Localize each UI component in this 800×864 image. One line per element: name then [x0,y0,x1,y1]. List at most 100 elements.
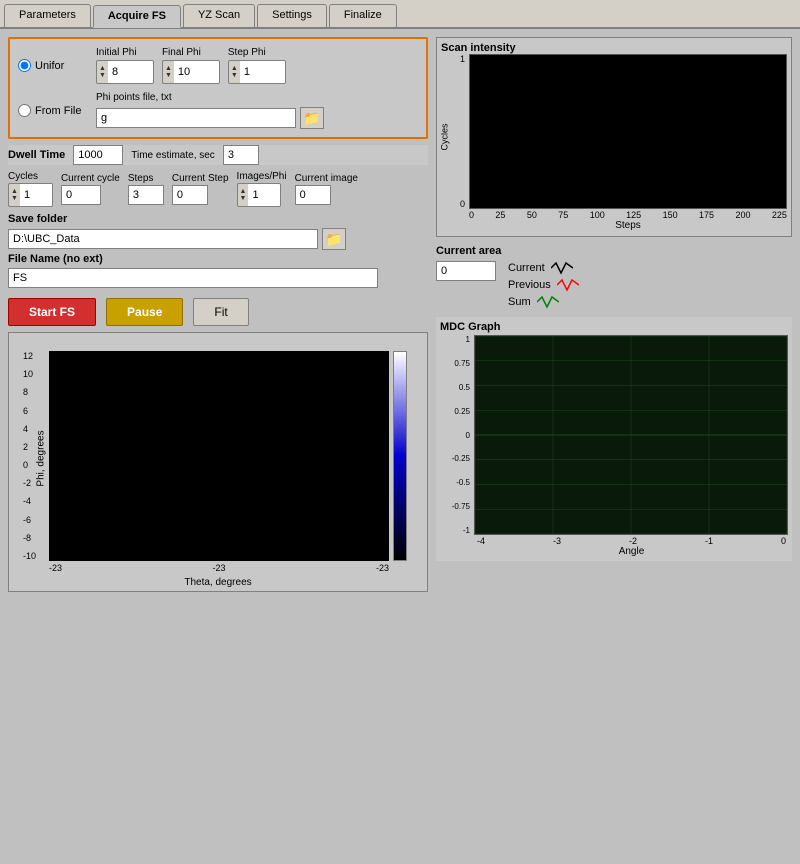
main-content: Unifor Initial Phi ▲▼ 8 Final Phi [0,29,800,861]
mdc-x-ticks: -4-3-2-10 [475,536,788,546]
mdc-graph-container: MDC Graph 10.750.50.250-0.25-0.5-0.75-1 [436,317,792,561]
save-folder-label: Save folder [8,213,428,225]
phi-box: Unifor Initial Phi ▲▼ 8 Final Phi [8,37,428,139]
right-panel: Scan intensity 10 Cycles 025507510012515… [436,37,792,853]
scan-x-label: Steps [469,220,787,231]
dwell-label: Dwell Time [8,149,65,161]
current-legend-icon [551,261,573,275]
final-phi-col: Final Phi ▲▼ 10 [162,47,220,84]
initial-phi-spin-buttons[interactable]: ▲▼ [97,64,108,80]
current-image-label: Current image [295,173,358,184]
dwell-row: Dwell Time 1000 Time estimate, sec 3 [8,145,428,165]
scan-y-label: Cycles [440,123,450,150]
current-step-group: Current Step 0 [172,173,229,205]
unifor-row: Unifor Initial Phi ▲▼ 8 Final Phi [18,47,418,84]
phi-file-input[interactable]: g [96,108,296,128]
images-phi-input[interactable]: 1 [248,184,280,206]
cycles-input[interactable]: 1 [20,184,52,206]
step-phi-spin-buttons[interactable]: ▲▼ [229,64,240,80]
start-fs-button[interactable]: Start FS [8,298,96,326]
step-phi-spinner[interactable]: ▲▼ 1 [228,60,286,84]
mdc-graph-title: MDC Graph [440,321,501,333]
unifor-radio[interactable] [18,59,31,72]
scan-intensity-chart [469,54,787,209]
legend-previous: Previous [508,278,579,292]
mdc-chart [474,335,788,535]
left-panel: Unifor Initial Phi ▲▼ 8 Final Phi [8,37,428,853]
tab-parameters[interactable]: Parameters [4,4,91,27]
tab-bar: Parameters Acquire FS YZ Scan Settings F… [0,0,800,29]
dwell-input[interactable]: 1000 [73,145,123,165]
bottom-chart-y-label: Phi, degrees [36,430,47,486]
file-row: Phi points file, txt g 📁 [96,92,324,129]
initial-phi-col: Initial Phi ▲▼ 8 [96,47,154,84]
current-step-input[interactable]: 0 [172,185,208,205]
bottom-chart-y-ticks: 121086420-2-4-6-8-10 [23,351,36,561]
final-phi-spin-buttons[interactable]: ▲▼ [163,64,174,80]
from-file-label: From File [35,105,81,117]
images-phi-label: Images/Phi [237,171,287,182]
pause-button[interactable]: Pause [106,298,183,326]
final-phi-input[interactable]: 10 [174,61,219,83]
mdc-y-ticks: 10.750.50.250-0.25-0.5-0.75-1 [440,335,472,535]
scan-intensity-container: Scan intensity 10 Cycles 025507510012515… [436,37,792,237]
cycles-group: Cycles ▲▼ 1 [8,171,53,207]
file-name-label: File Name (no ext) [8,253,428,265]
folder-row: D:\UBC_Data 📁 [8,228,428,250]
step-phi-input[interactable]: 1 [240,61,285,83]
time-estimate-label: Time estimate, sec [131,150,215,161]
initial-phi-input[interactable]: 8 [108,61,153,83]
tab-acquire-fs[interactable]: Acquire FS [93,5,181,28]
button-row: Start FS Pause Fit [8,298,428,326]
tab-finalize[interactable]: Finalize [329,4,397,27]
time-estimate-input[interactable]: 3 [223,145,259,165]
bottom-chart-canvas [49,351,389,561]
previous-legend-icon [557,278,579,292]
images-phi-spinner[interactable]: ▲▼ 1 [237,183,282,207]
mdc-graph-wrapper: 10.750.50.250-0.25-0.5-0.75-1 [440,335,788,535]
params-row: Cycles ▲▼ 1 Current cycle 0 Steps 3 Curr… [8,171,428,207]
cycles-label: Cycles [8,171,38,182]
legend-current: Current [508,261,579,275]
phi-file-browse-button[interactable]: 📁 [300,107,324,129]
steps-label: Steps [128,173,154,184]
fit-button[interactable]: Fit [193,298,248,326]
mdc-x-label: Angle [475,546,788,557]
previous-legend-label: Previous [508,279,551,291]
save-folder-input[interactable]: D:\UBC_Data [8,229,318,249]
colorscale-bar [393,351,407,561]
current-area-row: 0 Current Previous [436,261,792,309]
step-phi-col: Step Phi ▲▼ 1 [228,47,286,84]
final-phi-label: Final Phi [162,47,201,58]
bottom-chart-container: Phi, degrees 121086420-2-4-6-8-10 -0.5-0… [8,332,428,592]
current-cycle-input[interactable]: 0 [61,185,101,205]
current-image-input[interactable]: 0 [295,185,331,205]
cycles-spinner[interactable]: ▲▼ 1 [8,183,53,207]
initial-phi-spinner[interactable]: ▲▼ 8 [96,60,154,84]
current-area-input[interactable]: 0 [436,261,496,281]
images-phi-group: Images/Phi ▲▼ 1 [237,171,287,207]
final-phi-spinner[interactable]: ▲▼ 10 [162,60,220,84]
sum-legend-label: Sum [508,296,531,308]
tab-settings[interactable]: Settings [257,4,327,27]
current-step-label: Current Step [172,173,229,184]
step-phi-label: Step Phi [228,47,266,58]
steps-input[interactable]: 3 [128,185,164,205]
tab-yz-scan[interactable]: YZ Scan [183,4,255,27]
scan-intensity-chart-wrapper: 10 Cycles [441,54,787,209]
current-image-group: Current image 0 [295,173,358,205]
legend-sum: Sum [508,295,579,309]
colorscale-labels: -0.5-0.4-0.3-0.2-0.1-0 [371,351,387,561]
file-name-input[interactable]: FS [8,268,378,288]
from-file-radio[interactable] [18,104,31,117]
current-cycle-label: Current cycle [61,173,120,184]
mdc-grid-svg [475,336,787,534]
save-folder-browse-button[interactable]: 📁 [322,228,346,250]
save-section: Save folder D:\UBC_Data 📁 File Name (no … [8,213,428,288]
steps-group: Steps 3 [128,173,164,205]
scan-intensity-title: Scan intensity [441,42,516,54]
from-file-row: From File Phi points file, txt g 📁 [18,92,418,129]
bottom-chart-x-label: Theta, degrees [9,577,427,588]
bottom-chart-x-ticks: -23-23-23 [49,563,389,573]
current-area-title: Current area [436,245,792,257]
